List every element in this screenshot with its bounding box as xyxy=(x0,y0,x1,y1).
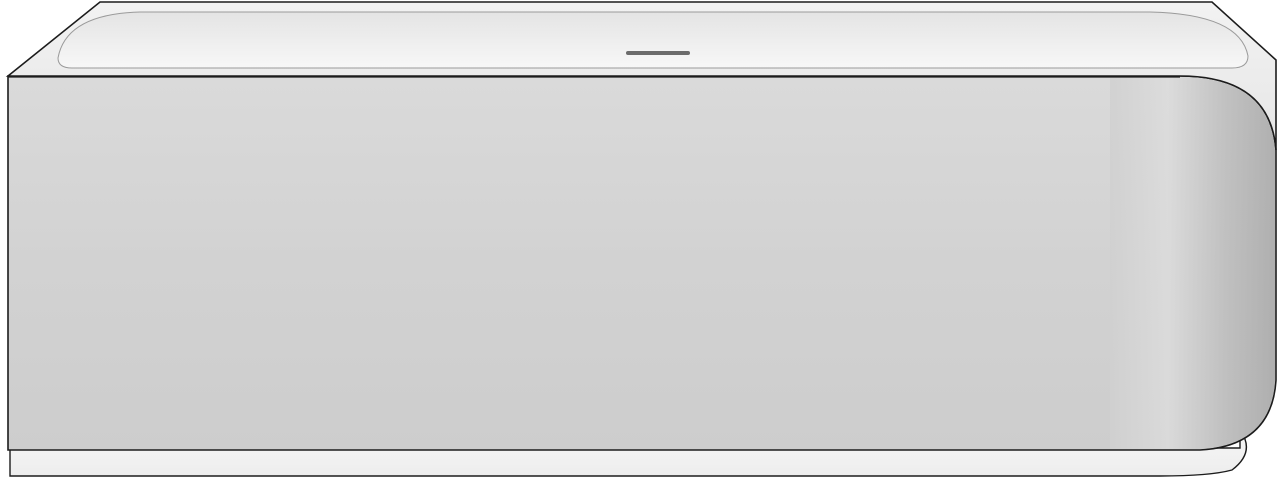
bathtub-curved-end xyxy=(1110,77,1275,449)
overflow-drain xyxy=(626,51,690,55)
bathtub-basin xyxy=(57,11,1249,69)
bathtub-illustration xyxy=(5,1,1277,477)
bathtub-body xyxy=(7,75,1277,451)
bathtub-render xyxy=(0,0,1280,478)
